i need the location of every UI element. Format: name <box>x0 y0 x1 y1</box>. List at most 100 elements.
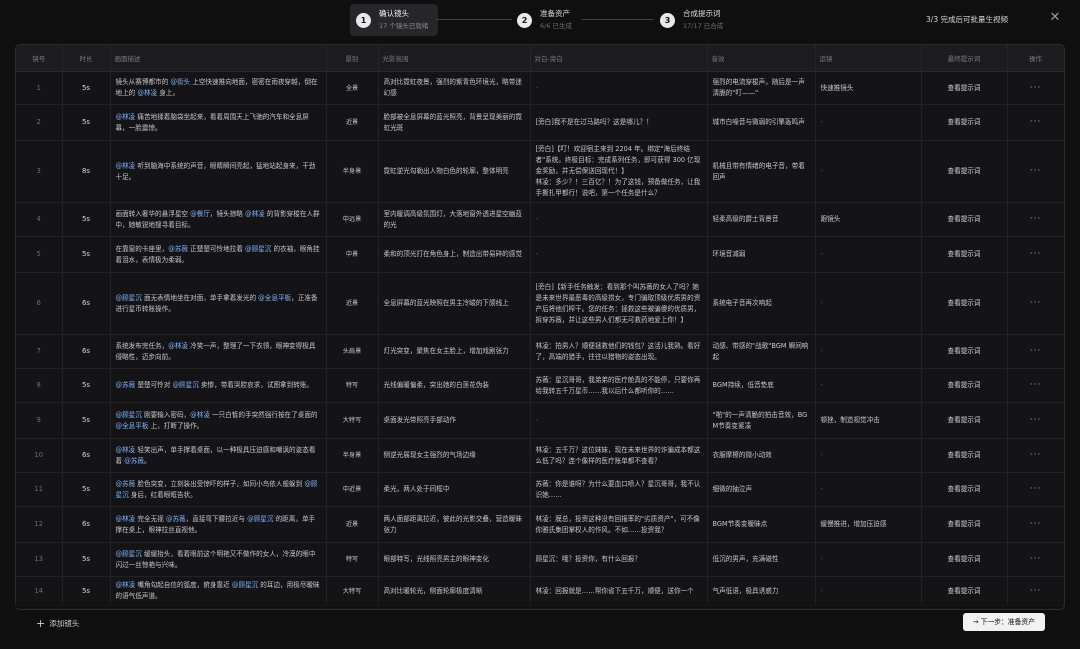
view-prompt-button[interactable]: 查看提示词 <box>948 451 981 459</box>
step-prepare-assets[interactable]: 2 准备资产 6/6 已生成 <box>517 4 572 36</box>
more-actions-icon[interactable]: ··· <box>1030 484 1042 494</box>
more-actions-icon[interactable]: ··· <box>1030 214 1042 224</box>
entity-mention[interactable]: @苏薇 <box>116 480 136 488</box>
cell-description: @林凌 痛苦地揉着脑袋坐起来，看着周围天上飞驰的汽车和全息屏幕，一脸震惊。 <box>110 104 327 141</box>
close-icon[interactable]: ✕ <box>1047 10 1063 26</box>
view-prompt-button[interactable]: 查看提示词 <box>948 347 981 355</box>
table-row: 8 5s @苏薇 楚楚可怜对 @顾星沉 卖惨，带着哭腔哀求，试图拿到转账。 特写 光线偏… <box>16 368 1064 403</box>
more-actions-icon[interactable]: ··· <box>1030 586 1042 596</box>
cell-lighting: 脸部被全息屏幕的蓝光照亮，背景呈现美丽的霓虹光斑 <box>378 104 531 141</box>
more-actions-icon[interactable]: ··· <box>1030 519 1042 529</box>
cell-description: @顾星沉 刚要输入密码，@林凌 一只白皙的手突然强行按在了桌面的 @全息平板 上… <box>110 402 327 439</box>
more-actions-icon[interactable]: ··· <box>1030 380 1042 390</box>
cell-sound: 强烈的电流穿梭声，随后是一声清脆的"叮——" <box>707 71 816 105</box>
cell-final-prompt: 查看提示词 <box>921 438 1008 473</box>
entity-mention[interactable]: @顾星沉 <box>232 581 258 589</box>
description-text: 上，打断了操作。 <box>148 421 204 430</box>
view-prompt-button[interactable]: 查看提示词 <box>948 167 981 175</box>
table-row: 2 5s @林凌 痛苦地揉着脑袋坐起来，看着周围天上飞驰的汽车和全息屏幕，一脸震惊。… <box>16 104 1064 141</box>
view-prompt-button[interactable]: 查看提示词 <box>948 587 981 595</box>
cell-shot-size: 近景 <box>326 272 379 335</box>
cell-index: 10 <box>16 438 63 473</box>
cell-final-prompt: 查看提示词 <box>921 542 1008 577</box>
cell-index: 2 <box>16 104 63 141</box>
cell-shot-size: 特写 <box>326 542 379 577</box>
cell-description: 画面转入奢华的悬浮星空 @餐厅，镜头掠略 @林凌 的背影穿梭在人群中，她敏锐地搜… <box>110 202 327 237</box>
cell-sound: 机械且带有情绪的电子音，带着回声 <box>707 140 816 203</box>
entity-mention[interactable]: @林凌 <box>245 210 265 218</box>
description-text: 一只白皙的手突然强行按在了桌面的 <box>209 410 318 419</box>
next-step-button[interactable]: → 下一步：准备资产 <box>962 613 1045 631</box>
cell-camera: - <box>815 236 922 273</box>
entity-mention[interactable]: @顾星沉 <box>245 245 271 253</box>
description-text: 卖惨，带着哭腔哀求，试图拿到转账。 <box>198 381 314 389</box>
more-actions-icon[interactable]: ··· <box>1030 554 1042 564</box>
cell-index: 13 <box>16 542 63 577</box>
cell-dialogue: [旁白]【叮！欢迎宿主来到 2204 年。绑定"海后终结者"系统。终极目标：完成… <box>530 140 708 203</box>
entity-mention[interactable]: @林凌 <box>137 89 157 97</box>
entity-mention[interactable]: @林凌 <box>116 446 136 454</box>
column-header: 音效 <box>707 45 816 72</box>
entity-mention[interactable]: @餐厅 <box>190 210 210 218</box>
entity-mention[interactable]: @全息平板 <box>258 294 291 302</box>
entity-mention[interactable]: @苏薇 <box>168 245 188 253</box>
entity-mention[interactable]: @顾星沉 <box>116 294 142 302</box>
view-prompt-button[interactable]: 查看提示词 <box>948 84 981 92</box>
view-prompt-button[interactable]: 查看提示词 <box>948 215 981 223</box>
cell-sound: 细微的抽泣声 <box>707 472 816 507</box>
cell-duration: 5s <box>62 402 111 439</box>
cell-actions: ··· <box>1007 104 1064 141</box>
step-confirm-shots[interactable]: 1 确认镜头 17 个镜头已就绪 <box>350 4 439 36</box>
cell-actions: ··· <box>1007 438 1064 473</box>
cell-index: 3 <box>16 140 63 203</box>
entity-mention[interactable]: @林凌 <box>116 515 136 523</box>
entity-mention[interactable]: @街头 <box>170 78 190 86</box>
stepper: 1 确认镜头 17 个镜头已就绪 2 准备资产 6/6 已生成 3 合成提示词 … <box>350 4 730 36</box>
cell-dialogue: - <box>530 402 708 439</box>
more-actions-icon[interactable]: ··· <box>1030 166 1042 176</box>
step-connector <box>436 19 512 20</box>
cell-sound: 环境音减弱 <box>707 236 816 273</box>
cell-lighting: 眼部特写，光线照亮男主的眼神变化 <box>378 542 531 577</box>
view-prompt-button[interactable]: 查看提示词 <box>948 416 981 424</box>
entity-mention[interactable]: @苏薇 <box>124 457 144 465</box>
more-actions-icon[interactable]: ··· <box>1030 249 1042 259</box>
table-row: 13 5s @顾星沉 缓缓抬头，看着眼前这个明艳又不做作的女人，冷漠的眼中闪过一丝惊… <box>16 542 1064 577</box>
cell-description: @林凌 完全无视 @苏薇，直接弯下腰拉近与 @顾星沉 的距离，单手撑在桌上，眼神… <box>110 506 327 543</box>
entity-mention[interactable]: @林凌 <box>116 162 136 170</box>
entity-mention[interactable]: @顾星沉 <box>247 515 273 523</box>
view-prompt-button[interactable]: 查看提示词 <box>948 485 981 493</box>
more-actions-icon[interactable]: ··· <box>1030 83 1042 93</box>
batch-status-text: 3/3 完成后可批量生视频 <box>926 15 1008 24</box>
entity-mention[interactable]: @顾星沉 <box>172 381 198 389</box>
more-actions-icon[interactable]: ··· <box>1030 298 1042 308</box>
entity-mention[interactable]: @顾星沉 <box>116 411 142 419</box>
more-actions-icon[interactable]: ··· <box>1030 415 1042 425</box>
entity-mention[interactable]: @林凌 <box>190 411 210 419</box>
entity-mention[interactable]: @林凌 <box>168 342 188 350</box>
cell-lighting: 霓虹逆光勾勒出人物白色的轮廓，整体明亮 <box>378 140 531 203</box>
entity-mention[interactable]: @林凌 <box>116 113 136 121</box>
view-prompt-button[interactable]: 查看提示词 <box>948 381 981 389</box>
entity-mention[interactable]: @顾星沉 <box>116 550 142 558</box>
entity-mention[interactable]: @苏薇 <box>166 515 186 523</box>
step-compose-prompts[interactable]: 3 合成提示词 17/17 已合成 <box>660 4 723 36</box>
view-prompt-button[interactable]: 查看提示词 <box>948 118 981 126</box>
step-number: 1 <box>356 12 371 28</box>
cell-actions: ··· <box>1007 334 1064 369</box>
entity-mention[interactable]: @苏薇 <box>116 381 136 389</box>
view-prompt-button[interactable]: 查看提示词 <box>948 299 981 307</box>
view-prompt-button[interactable]: 查看提示词 <box>948 520 981 528</box>
more-actions-icon[interactable]: ··· <box>1030 117 1042 127</box>
more-actions-icon[interactable]: ··· <box>1030 346 1042 356</box>
add-shot-button[interactable]: + 添加镜头 <box>36 617 79 630</box>
column-header: 画面描述 <box>110 45 327 72</box>
description-text: 系统发布完任务， <box>115 341 169 350</box>
description-text: 脸色突变，立刻装出受惊吓的样子，如同小鸟依人般躲到 <box>135 479 305 488</box>
view-prompt-button[interactable]: 查看提示词 <box>948 250 981 258</box>
view-prompt-button[interactable]: 查看提示词 <box>948 555 981 563</box>
cell-sound: 动感、带感的"战歌"BGM 瞬间响起 <box>707 334 816 369</box>
entity-mention[interactable]: @林凌 <box>116 581 136 589</box>
more-actions-icon[interactable]: ··· <box>1030 450 1042 460</box>
entity-mention[interactable]: @全息平板 <box>116 422 149 430</box>
